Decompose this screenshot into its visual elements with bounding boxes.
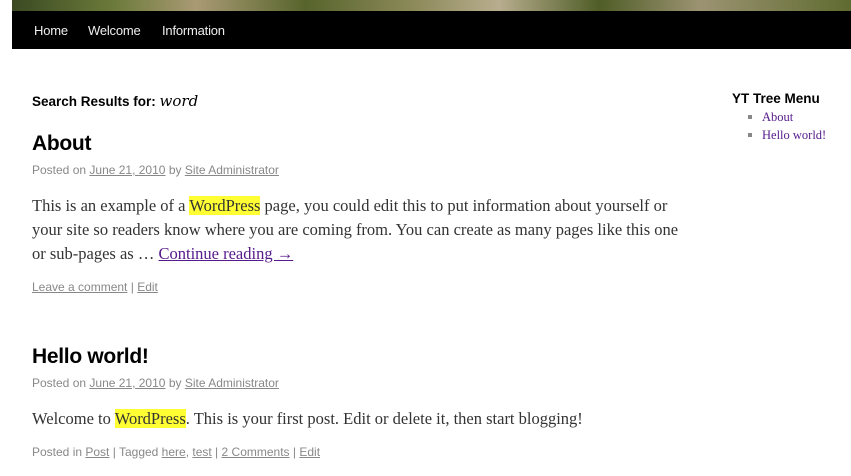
post-meta: Posted on June 21, 2010 by Site Administ… — [32, 163, 279, 177]
author-link[interactable]: Site Administrator — [185, 376, 279, 390]
search-term: word — [159, 92, 199, 110]
comments-link[interactable]: 2 Comments — [222, 445, 290, 459]
separator: | — [109, 445, 119, 459]
continue-reading-link[interactable]: Continue reading → — [158, 244, 293, 263]
tag-link-test[interactable]: test — [192, 445, 211, 459]
post-title-hello-world[interactable]: Hello world! — [32, 345, 149, 369]
tag-link-here[interactable]: here — [162, 445, 186, 459]
tree-menu-link-hello-world[interactable]: Hello world! — [762, 128, 826, 142]
list-item: About — [748, 108, 826, 126]
search-results-label: Search Results for: — [32, 94, 160, 109]
nav-welcome[interactable]: Welcome — [88, 23, 141, 38]
post-excerpt: This is an example of a WordPress page, … — [32, 194, 692, 266]
author-link[interactable]: Site Administrator — [185, 163, 279, 177]
leave-comment-link[interactable]: Leave a comment — [32, 280, 127, 294]
nav-home[interactable]: Home — [34, 23, 68, 38]
by-label: by — [168, 376, 182, 390]
list-item: Hello world! — [748, 126, 826, 144]
excerpt-text-after: . This is your first post. Edit or delet… — [185, 409, 583, 428]
separator: | — [211, 445, 222, 459]
post-utility: Posted in Post | Tagged here, test | 2 C… — [32, 445, 320, 459]
post-title-about[interactable]: About — [32, 132, 91, 156]
post-excerpt: Welcome to WordPress. This is your first… — [32, 407, 692, 431]
tagged-label: Tagged — [118, 445, 162, 459]
edit-link[interactable]: Edit — [137, 280, 158, 294]
post-meta: Posted on June 21, 2010 by Site Administ… — [32, 376, 279, 390]
search-highlight: WordPress — [189, 196, 261, 215]
search-results-heading: Search Results for: word — [32, 92, 198, 110]
main-navigation: Home Welcome Information — [12, 11, 851, 49]
post-date-link[interactable]: June 21, 2010 — [89, 376, 165, 390]
post-date-link[interactable]: June 21, 2010 — [89, 163, 165, 177]
tree-menu-link-about[interactable]: About — [762, 110, 793, 124]
post-utility: Leave a comment | Edit — [32, 280, 158, 294]
tree-menu-list: About Hello world! — [748, 108, 826, 144]
widget-title: YT Tree Menu — [732, 91, 820, 106]
header-banner-image — [12, 0, 851, 11]
category-link[interactable]: Post — [85, 445, 109, 459]
excerpt-text-before: Welcome to — [32, 409, 115, 428]
separator: | — [289, 445, 300, 459]
posted-on-label: Posted on — [32, 376, 87, 390]
by-label: by — [168, 163, 182, 177]
excerpt-text-before: This is an example of a — [32, 196, 190, 215]
separator: | — [127, 280, 138, 294]
posted-in-label: Posted in — [32, 445, 86, 459]
posted-on-label: Posted on — [32, 163, 87, 177]
nav-information[interactable]: Information — [162, 23, 225, 38]
edit-link[interactable]: Edit — [299, 445, 320, 459]
search-highlight: WordPress — [114, 409, 186, 428]
